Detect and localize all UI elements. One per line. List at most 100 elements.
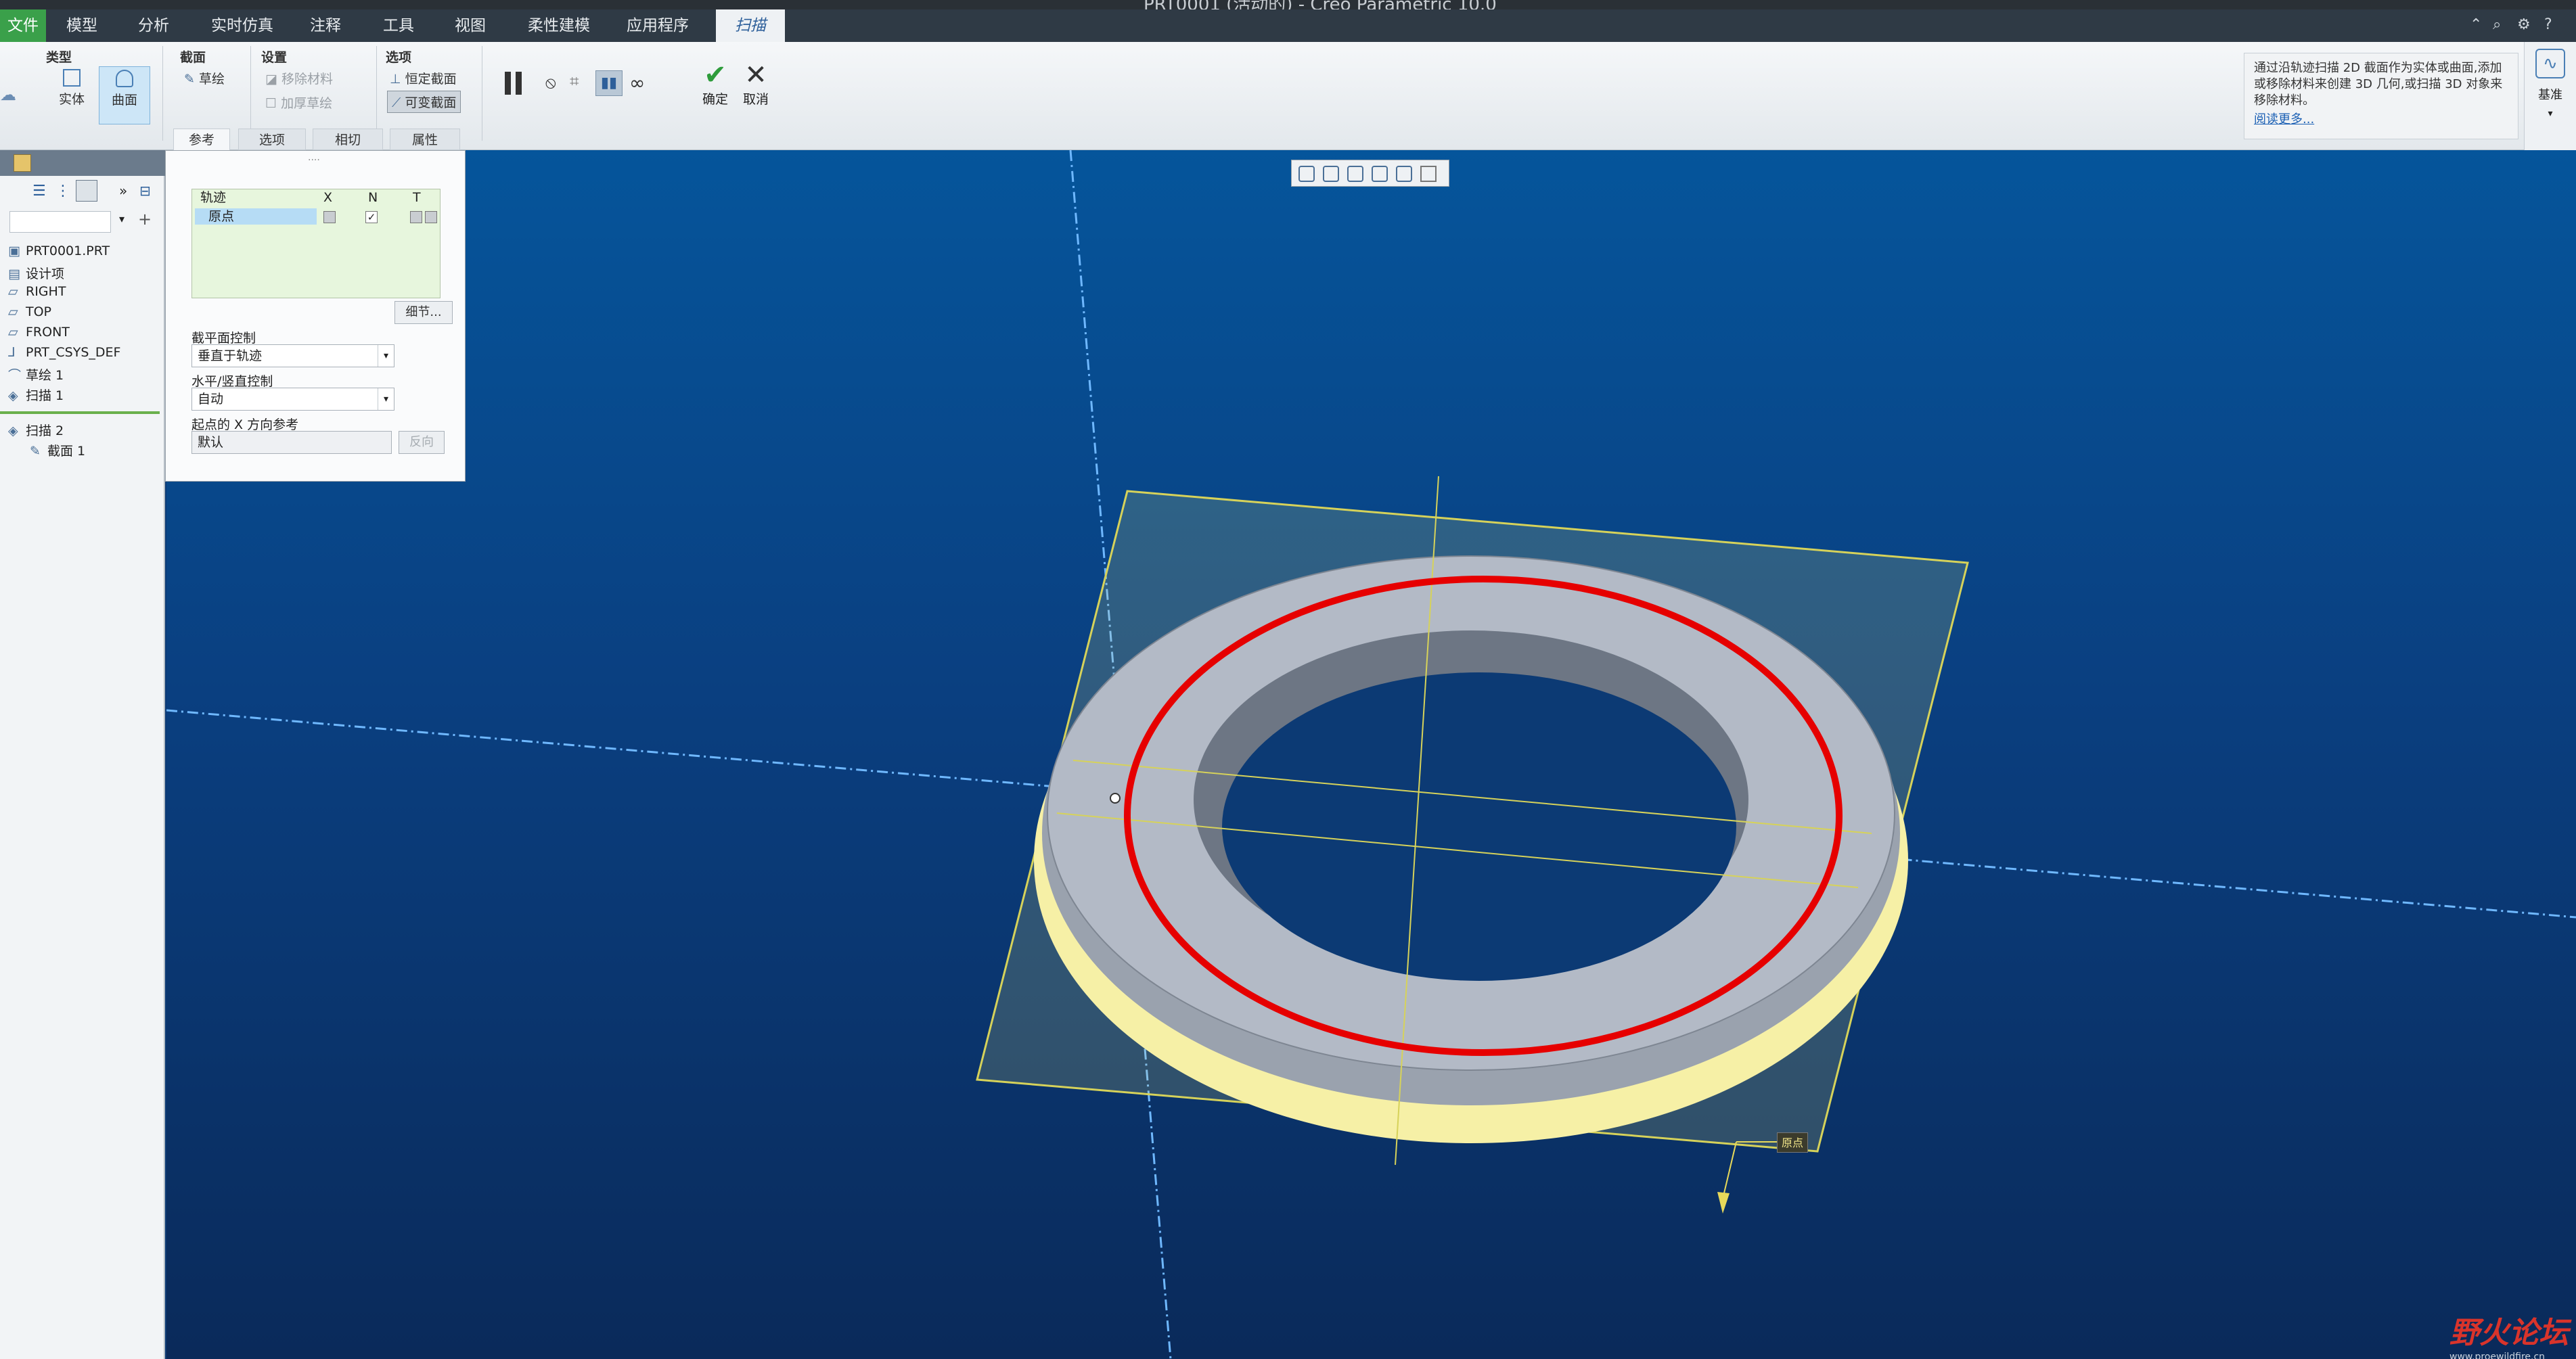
start-x-ref-field[interactable]: 默认 <box>191 431 392 454</box>
surface-button[interactable]: 曲面 <box>99 66 150 124</box>
model-tree-panel: ☰ ⋮ » ⊟ ▾ + ▣ PRT0001.PRT ▤ 设计项 ▱ RIGHT ▱ TO… <box>0 150 165 1359</box>
display-style-icon[interactable] <box>1420 166 1437 182</box>
tree-settings-icon[interactable]: ⊟ <box>139 183 151 199</box>
section-plane-control-select[interactable]: 垂直于轨迹 ▾ <box>191 344 394 367</box>
tree-detail-view-icon[interactable]: ⋮ <box>55 183 70 200</box>
section-plane-control-label: 截平面控制 <box>191 331 256 346</box>
refit-icon[interactable] <box>1298 166 1315 182</box>
search-icon[interactable]: ⌕ <box>2493 16 2501 33</box>
col-x: X <box>323 190 333 205</box>
verify-mode-icon[interactable]: ▮▮ <box>595 70 623 96</box>
menu-file[interactable]: 文件 <box>0 9 46 42</box>
part-icon: ▣ <box>8 244 20 258</box>
hv-control-select[interactable]: 自动 ▾ <box>191 388 394 411</box>
tree-item-sweep-2[interactable]: ◈ 扫描 2 <box>8 421 64 439</box>
tree-header <box>0 150 165 176</box>
pause-icon[interactable] <box>503 72 524 95</box>
sketch-button[interactable]: ✎ 草绘 <box>184 69 225 87</box>
preview-geometry-icon[interactable]: ⌗ <box>570 72 579 91</box>
chevron-down-icon[interactable]: ▾ <box>119 212 125 225</box>
collapse-ribbon-icon[interactable]: ⌃ <box>2470 16 2482 33</box>
datum-group[interactable]: ∿ 基准 ▾ <box>2524 42 2576 150</box>
tree-list-view-icon[interactable]: ☰ <box>32 183 46 200</box>
col-trajectory: 轨迹 <box>200 190 227 205</box>
n-checkbox[interactable]: ✓ <box>365 211 378 223</box>
cancel-button[interactable]: ✕ 取消 <box>739 61 773 108</box>
help-box: 通过沿轨迹扫描 2D 截面作为实体或曲面,添加或移除材料来创建 3D 几何,或扫… <box>2244 53 2518 139</box>
tree-item-top[interactable]: ▱ TOP <box>8 304 51 319</box>
menu-tools[interactable]: 工具 <box>383 9 414 42</box>
datum-icon: ∿ <box>2535 49 2565 78</box>
cloud-icon[interactable]: ☁ <box>0 85 20 106</box>
datum-display-icon[interactable] <box>1396 166 1412 182</box>
panel-grip[interactable]: .... <box>308 152 320 163</box>
t-checkbox[interactable] <box>410 211 422 223</box>
trajectory-table[interactable]: 轨迹 X N T 原点 ✓ <box>191 189 440 298</box>
origin-tag[interactable]: 原点 <box>1777 1132 1808 1153</box>
menu-simulation[interactable]: 实时仿真 <box>211 9 273 42</box>
menu-applications[interactable]: 应用程序 <box>627 9 689 42</box>
constant-section-icon: ⊥ <box>390 72 401 87</box>
tree-item-csys[interactable]: ⅃ PRT_CSYS_DEF <box>8 345 120 360</box>
no-preview-icon[interactable]: ⦸ <box>545 73 556 92</box>
tree-item-sketch-1[interactable]: ⌒ 草绘 1 <box>8 365 64 384</box>
flip-button[interactable]: 反向 <box>399 431 445 454</box>
tree-grid-view-icon[interactable] <box>76 180 97 202</box>
thicken-sketch-button[interactable]: ☐ 加厚草绘 <box>265 93 332 112</box>
tree-item-sweep-1[interactable]: ◈ 扫描 1 <box>8 386 64 404</box>
menu-view[interactable]: 视图 <box>455 9 486 42</box>
sketch-icon: ✎ <box>184 72 195 87</box>
tree-item-section-1[interactable]: ✎ 截面 1 <box>30 441 85 459</box>
ok-button[interactable]: ✔ 确定 <box>698 61 732 108</box>
variable-section-button[interactable]: ⟋ 可变截面 <box>387 91 461 113</box>
repaint-icon[interactable] <box>1372 166 1388 182</box>
ring-hole <box>1222 672 1736 981</box>
trajectory-origin-cell[interactable]: 原点 <box>195 208 317 225</box>
settings-icon[interactable]: ⚙ <box>2517 16 2531 33</box>
col-n: N <box>368 190 378 205</box>
tab-tangency[interactable]: 相切 <box>313 129 383 150</box>
tree-item-design-items[interactable]: ▤ 设计项 <box>8 264 64 282</box>
tab-sweep[interactable]: 扫描 <box>716 9 785 42</box>
datum-plane-icon: ▱ <box>8 304 18 319</box>
tree-item-part[interactable]: ▣ PRT0001.PRT <box>8 244 110 258</box>
solid-button[interactable]: 实体 <box>46 66 97 124</box>
menu-model[interactable]: 模型 <box>66 9 97 42</box>
chevron-down-icon: ▾ <box>2548 108 2553 119</box>
start-x-ref-label: 起点的 X 方向参考 <box>191 417 299 432</box>
zoom-out-icon[interactable] <box>1347 166 1363 182</box>
col-t: T <box>413 190 421 205</box>
tree-item-front[interactable]: ▱ FRONT <box>8 325 70 340</box>
ribbon-separator <box>250 46 251 141</box>
more-icon[interactable]: » <box>119 183 127 199</box>
tree-search-input[interactable] <box>9 211 111 233</box>
datum-plane-icon: ▱ <box>8 325 18 340</box>
title-bar: PRT0001 (活动的) - Creo Parametric 10.0 <box>0 0 2576 15</box>
remove-material-button[interactable]: ◪ 移除材料 <box>265 69 333 87</box>
help-icon[interactable]: ? <box>2544 16 2552 33</box>
constant-section-button[interactable]: ⊥ 恒定截面 <box>390 69 457 87</box>
tab-properties[interactable]: 属性 <box>390 129 460 150</box>
add-icon[interactable]: + <box>138 210 152 229</box>
menu-flexible-modeling[interactable]: 柔性建模 <box>528 9 590 42</box>
menu-analysis[interactable]: 分析 <box>138 9 169 42</box>
surface-icon <box>116 70 133 87</box>
details-button[interactable]: 细节... <box>394 301 453 324</box>
folder-icon[interactable] <box>14 154 31 172</box>
zoom-in-icon[interactable] <box>1323 166 1339 182</box>
type-group-title: 类型 <box>46 50 72 65</box>
start-point <box>1110 793 1121 804</box>
insert-here-marker <box>0 411 160 414</box>
tree-item-right[interactable]: ▱ RIGHT <box>8 284 66 299</box>
graphics-viewport[interactable]: 原点 <box>166 149 2576 1359</box>
tab-options[interactable]: 选项 <box>238 129 306 150</box>
x-checkbox[interactable] <box>323 211 336 223</box>
tab-references[interactable]: 参考 <box>173 129 230 150</box>
menu-bar: 文件 模型 分析 实时仿真 注释 工具 视图 柔性建模 应用程序 扫描 ⌃ ⌕ … <box>0 9 2576 42</box>
t-checkbox-2[interactable] <box>425 211 437 223</box>
options-group-title: 选项 <box>386 50 412 65</box>
read-more-link[interactable]: 阅读更多... <box>2254 112 2508 128</box>
menu-annotate[interactable]: 注释 <box>310 9 341 42</box>
glasses-preview-icon[interactable]: ∞ <box>629 72 645 94</box>
sweep-icon: ◈ <box>8 388 18 403</box>
